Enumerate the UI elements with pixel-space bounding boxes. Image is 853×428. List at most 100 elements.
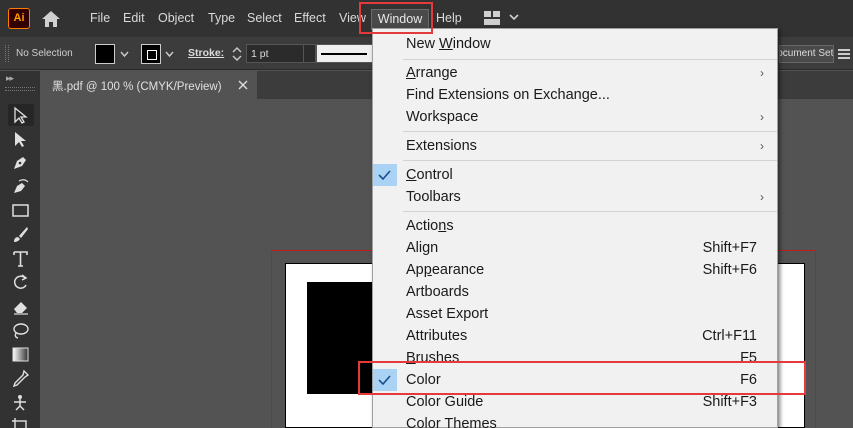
menu-item-shortcut: Ctrl+F11: [702, 328, 757, 344]
window-menu-item-artboards[interactable]: Artboards: [373, 281, 777, 303]
menu-file[interactable]: File: [90, 11, 110, 25]
menu-item-label: Asset Export: [406, 306, 489, 322]
menu-item-label: Find Extensions on Exchange...: [406, 87, 610, 103]
panel-menu-icon[interactable]: [838, 49, 850, 59]
document-tab[interactable]: 黑.pdf @ 100 % (CMYK/Preview): [44, 71, 257, 99]
window-menu-item-actions[interactable]: Actions: [373, 215, 777, 237]
rectangle-icon: [12, 204, 29, 217]
paintbrush-icon: [14, 227, 28, 242]
stroke-swatch[interactable]: [141, 44, 161, 64]
puppet-warp-icon: [14, 395, 26, 411]
menu-item-label: Artboards: [406, 284, 469, 300]
chevron-down-icon[interactable]: [165, 50, 174, 59]
window-menu-item-find-extensions-on-exchange[interactable]: Find Extensions on Exchange...: [373, 84, 777, 106]
window-menu-item-control[interactable]: Control: [373, 164, 777, 186]
menu-edit[interactable]: Edit: [123, 11, 145, 25]
stroke-stepper-icon[interactable]: [231, 45, 243, 63]
artboard-icon: [12, 418, 27, 428]
stroke-weight-input[interactable]: 1 pt: [246, 44, 304, 63]
menu-item-label: Color Guide: [406, 394, 484, 410]
menu-separator: [403, 211, 777, 212]
document-setup-button[interactable]: Document Setup: [779, 45, 834, 63]
check-highlight: [373, 164, 397, 186]
window-menu-item-appearance[interactable]: Appearance Shift+F6: [373, 259, 777, 281]
paintbrush-tool[interactable]: [8, 223, 34, 245]
access-key: p: [423, 262, 432, 278]
puppet-warp-tool[interactable]: [8, 391, 34, 413]
curvature-pen-icon: [14, 179, 29, 193]
menu-separator: [403, 160, 777, 161]
menu-select[interactable]: Select: [247, 11, 282, 25]
menu-effect[interactable]: Effect: [294, 11, 326, 25]
gradient-tool[interactable]: [8, 343, 34, 365]
document-tab-title: 黑.pdf @ 100 % (CMYK/Preview): [52, 81, 222, 93]
eraser-icon: [14, 302, 28, 315]
menu-item-label: Align: [406, 240, 439, 256]
menu-item-label: Arrange: [406, 65, 458, 81]
rotate-icon: [13, 274, 28, 289]
window-menu-item-color-themes[interactable]: Color Themes: [373, 413, 777, 428]
illustrator-logo[interactable]: Ai: [8, 8, 30, 29]
menu-type[interactable]: Type: [208, 11, 235, 25]
workspace-switcher-icon[interactable]: [484, 11, 500, 25]
variable-width-profile[interactable]: [316, 44, 376, 63]
chevron-down-icon[interactable]: [509, 12, 519, 22]
window-menu-item-new-window[interactable]: New Window: [373, 33, 777, 55]
menu-item-label: New Window: [406, 36, 491, 52]
access-key: A: [406, 65, 416, 81]
gradient-icon: [12, 347, 29, 362]
menu-item-label: Control: [406, 167, 453, 183]
eyedropper-tool[interactable]: [8, 367, 34, 389]
menu-separator: [403, 131, 777, 132]
menu-item-shortcut: Shift+F7: [702, 240, 757, 256]
close-icon[interactable]: [238, 80, 248, 90]
stroke-label[interactable]: Stroke:: [188, 47, 224, 59]
checkmark-icon: [378, 170, 391, 180]
eraser-tool[interactable]: [8, 295, 34, 317]
menu-separator: [403, 59, 777, 60]
menu-item-label: Attributes: [406, 328, 468, 344]
curvature-tool[interactable]: [8, 175, 34, 197]
pen-nib-icon: [14, 157, 26, 169]
access-key: W: [439, 36, 453, 52]
stroke-weight-dropdown[interactable]: [304, 44, 316, 63]
lasso-icon: [13, 323, 29, 339]
submenu-arrow-icon: ›: [760, 110, 764, 124]
menu-item-label: Workspace: [406, 109, 479, 125]
selection-status: No Selection: [16, 48, 73, 59]
rectangle-tool[interactable]: [8, 199, 34, 221]
direct-selection-tool[interactable]: [8, 128, 34, 150]
window-menu-item-attributes[interactable]: Attributes Ctrl+F11: [373, 325, 777, 347]
window-menu-item-toolbars[interactable]: Toolbars ›: [373, 186, 777, 208]
window-menu-item-extensions[interactable]: Extensions ›: [373, 135, 777, 157]
access-key: n: [438, 218, 447, 234]
window-menu-item-align[interactable]: Align Shift+F7: [373, 237, 777, 259]
type-tool[interactable]: [8, 247, 34, 269]
menu-object[interactable]: Object: [158, 11, 194, 25]
menu-item-label: Appearance: [406, 262, 485, 278]
panel-grip[interactable]: [5, 45, 9, 62]
pen-tool[interactable]: [8, 151, 34, 173]
window-menu-item-arrange[interactable]: Arrange ›: [373, 62, 777, 84]
lasso-tool[interactable]: [8, 319, 34, 341]
submenu-arrow-icon: ›: [760, 190, 764, 204]
menu-item-shortcut: Shift+F6: [702, 262, 757, 278]
artboard-tool[interactable]: [8, 415, 34, 428]
rotate-tool[interactable]: [8, 271, 34, 293]
chevron-down-icon[interactable]: [120, 50, 129, 59]
home-icon[interactable]: [40, 9, 62, 29]
highlight-window-menu: [359, 2, 433, 34]
collapse-panel-icon[interactable]: ▸▸: [6, 73, 14, 84]
submenu-arrow-icon: ›: [760, 66, 764, 80]
highlight-color-item: [358, 361, 806, 395]
panel-grip[interactable]: [5, 87, 35, 91]
menu-item-label: Extensions: [406, 138, 477, 154]
selection-tool[interactable]: [8, 104, 34, 126]
menu-help[interactable]: Help: [436, 11, 462, 25]
window-menu-item-workspace[interactable]: Workspace ›: [373, 106, 777, 128]
submenu-arrow-icon: ›: [760, 139, 764, 153]
fill-swatch[interactable]: [95, 44, 115, 64]
direct-selection-arrow-icon: [15, 132, 26, 147]
window-menu-item-asset-export[interactable]: Asset Export: [373, 303, 777, 325]
menu-item-shortcut: Shift+F3: [702, 394, 757, 410]
